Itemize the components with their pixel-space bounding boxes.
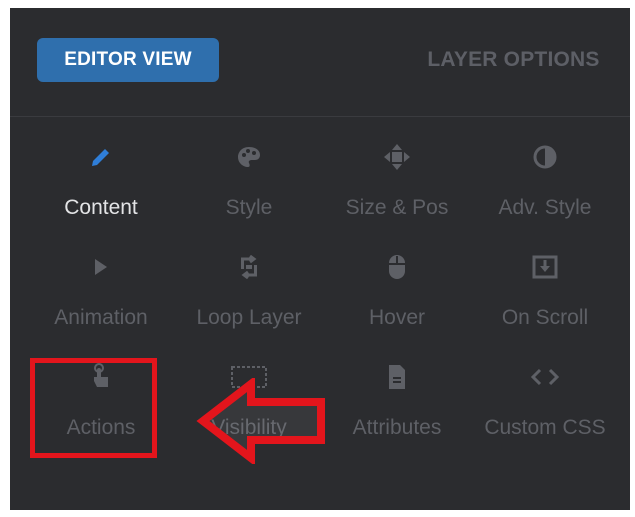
code-brackets-icon <box>525 360 565 394</box>
panel-header: EDITOR VIEW LAYER OPTIONS <box>10 8 630 117</box>
option-label: On Scroll <box>501 306 589 329</box>
option-label: Animation <box>54 306 148 329</box>
option-custom-css[interactable]: Custom CSS <box>471 360 619 460</box>
pencil-icon <box>81 140 121 174</box>
option-label: Adv. Style <box>498 196 592 219</box>
mouse-icon <box>377 250 417 284</box>
option-style[interactable]: Style <box>175 140 323 240</box>
file-icon <box>377 360 417 394</box>
contrast-icon <box>525 140 565 174</box>
option-label: Custom CSS <box>484 416 606 439</box>
option-label: Loop Layer <box>196 306 302 329</box>
option-label: Content <box>64 196 138 219</box>
option-adv-style[interactable]: Adv. Style <box>471 140 619 240</box>
option-label: Size & Pos <box>345 196 449 219</box>
option-label: Attributes <box>352 416 442 439</box>
layer-options-tab[interactable]: LAYER OPTIONS <box>406 38 621 82</box>
option-on-scroll[interactable]: On Scroll <box>471 250 619 350</box>
option-size-pos[interactable]: Size & Pos <box>323 140 471 240</box>
option-loop-layer[interactable]: Loop Layer <box>175 250 323 350</box>
option-label: Style <box>225 196 273 219</box>
annotation-arrow-icon <box>196 378 325 464</box>
editor-view-button[interactable]: EDITOR VIEW <box>37 38 219 82</box>
annotation-highlight-box <box>30 358 157 458</box>
scroll-download-icon <box>525 250 565 284</box>
option-attributes[interactable]: Attributes <box>323 360 471 460</box>
play-icon <box>81 250 121 284</box>
palette-icon <box>229 140 269 174</box>
option-animation[interactable]: Animation <box>27 250 175 350</box>
option-content[interactable]: Content <box>27 140 175 240</box>
move-arrows-icon <box>377 140 417 174</box>
loop-icon <box>229 250 269 284</box>
option-hover[interactable]: Hover <box>323 250 471 350</box>
option-label: Hover <box>368 306 426 329</box>
